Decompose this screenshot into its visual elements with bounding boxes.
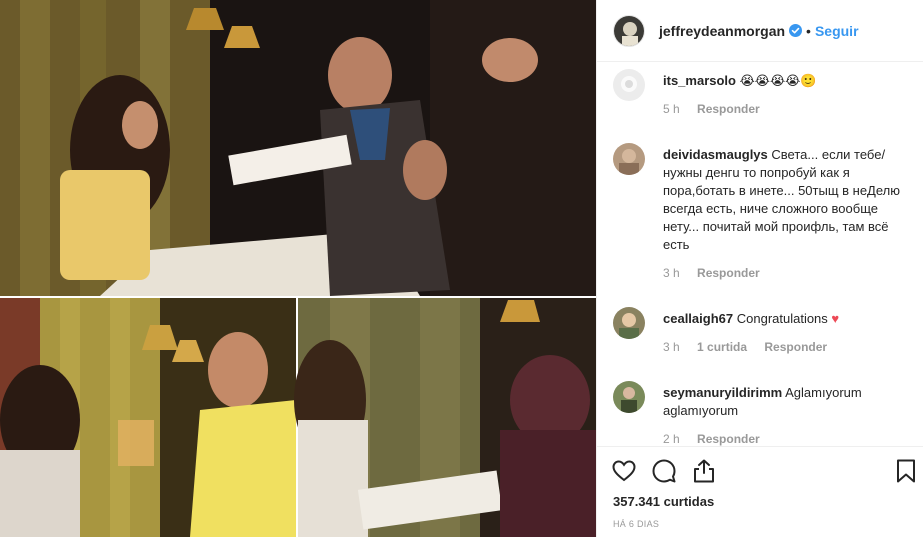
verified-badge-icon <box>789 24 803 37</box>
comment-meta: 3 h 1 curtida Responder <box>663 340 913 354</box>
comment-time[interactable]: 5 h <box>663 102 680 116</box>
follow-button[interactable]: Seguir <box>815 23 859 39</box>
comment-avatar[interactable] <box>613 307 645 339</box>
comments-list[interactable]: its_marsolo 😭😭😭😭🙂 5 h Responder deividas… <box>597 63 923 446</box>
bookmark-icon[interactable] <box>893 458 919 484</box>
comment-text: Света... если тебе/ нужны денгu то попро… <box>663 147 900 252</box>
comment-avatar[interactable] <box>613 143 645 175</box>
comment-text: 😭😭😭😭🙂 <box>739 73 817 88</box>
comment-time[interactable]: 3 h <box>663 266 680 280</box>
header-username[interactable]: jeffreydeanmorgan <box>659 23 785 39</box>
header-separator: • <box>806 22 811 39</box>
avatar[interactable] <box>613 14 645 47</box>
comment-meta: 5 h Responder <box>663 102 913 116</box>
post-timestamp[interactable]: HÁ 6 DIAS <box>613 519 659 529</box>
comment-avatar[interactable] <box>613 69 645 101</box>
post-sidebar: jeffreydeanmorgan • Seguir its_marsolo 😭… <box>596 0 923 537</box>
comment-time[interactable]: 2 h <box>663 432 680 446</box>
comment-username[interactable]: deividasmauglys <box>663 147 768 162</box>
reply-button[interactable]: Responder <box>764 340 827 354</box>
comment-avatar[interactable] <box>613 381 645 413</box>
comment-icon[interactable] <box>651 458 677 484</box>
comment-meta: 3 h Responder <box>663 266 913 280</box>
comment-time[interactable]: 3 h <box>663 340 680 354</box>
comment-username[interactable]: ceallaigh67 <box>663 311 733 326</box>
comment-meta: 2 h Responder <box>663 432 913 446</box>
photo-collage <box>0 0 596 537</box>
heart-icon[interactable] <box>611 458 637 484</box>
reply-button[interactable]: Responder <box>697 432 760 446</box>
post-actions: 357.341 curtidas HÁ 6 DIAS <box>597 446 923 537</box>
like-count[interactable]: 357.341 curtidas <box>613 494 714 509</box>
reply-button[interactable]: Responder <box>697 102 760 116</box>
share-icon[interactable] <box>691 458 717 484</box>
comment-text: Congratulations <box>736 311 828 326</box>
reply-button[interactable]: Responder <box>697 266 760 280</box>
heart-icon: ♥ <box>831 311 840 326</box>
comment-likes[interactable]: 1 curtida <box>697 340 747 354</box>
post-header: jeffreydeanmorgan • Seguir <box>597 0 923 62</box>
post-photo[interactable] <box>0 0 596 537</box>
comment-username[interactable]: its_marsolo <box>663 73 736 88</box>
comment-username[interactable]: seymanuryildirimm <box>663 385 782 400</box>
